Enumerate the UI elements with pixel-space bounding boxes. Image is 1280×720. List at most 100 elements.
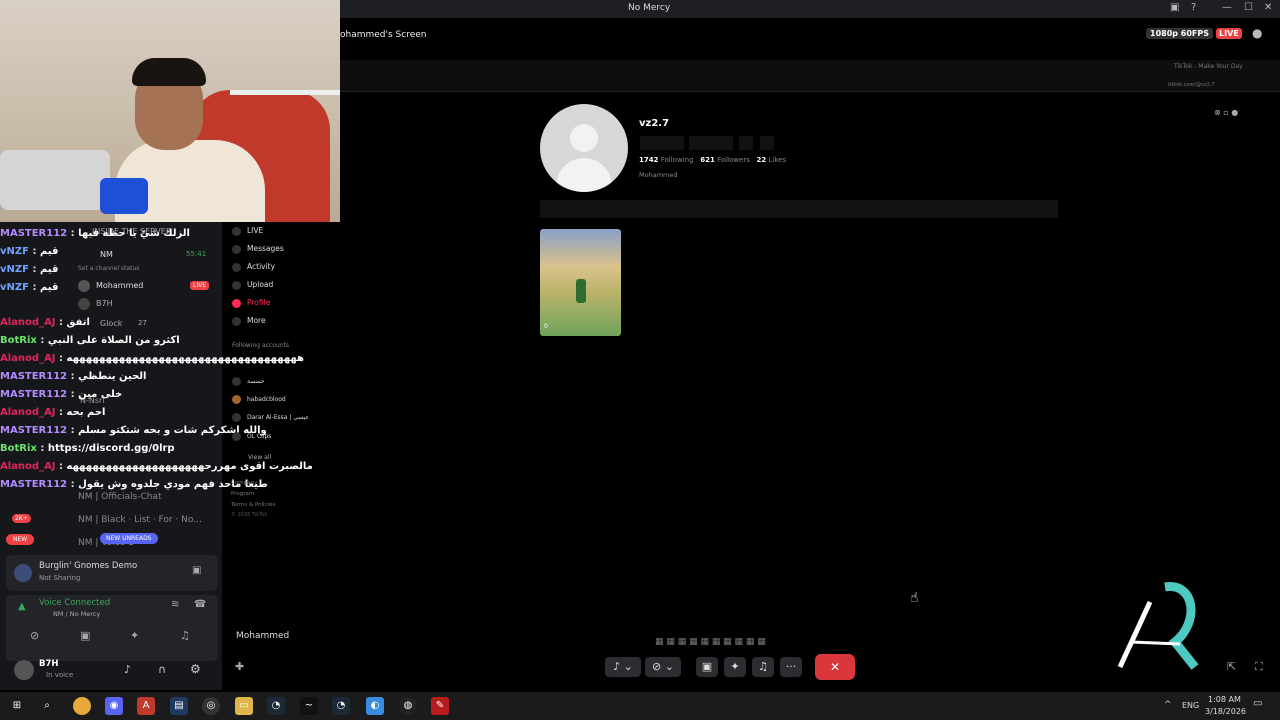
- camera-off-icon[interactable]: ⊘: [30, 629, 39, 642]
- activities-button[interactable]: ✦: [724, 657, 746, 677]
- profile-tabs[interactable]: [540, 200, 1058, 218]
- video-views: 0: [544, 323, 548, 330]
- screen-share-button[interactable]: ▣: [696, 657, 718, 677]
- chat-message: BotRix : https://discord.gg/0lrp: [0, 443, 175, 454]
- microphone-arm: [0, 150, 110, 210]
- more-options-button[interactable]: ···: [780, 657, 802, 677]
- activity-panel[interactable]: Burglin' Gnomes Demo Not Sharing ▣: [6, 555, 218, 591]
- help-icon[interactable]: ?: [1191, 2, 1196, 13]
- app-icon[interactable]: ◐: [366, 697, 384, 715]
- chrome-icon[interactable]: [73, 697, 91, 715]
- url-bar[interactable]: tiktok.com/@vz2.7: [1168, 82, 1215, 88]
- clock-time[interactable]: 1:08 AM: [1208, 695, 1241, 704]
- followed-account[interactable]: خسسة: [232, 377, 265, 386]
- obs-icon[interactable]: ◍: [399, 697, 417, 715]
- view-all-link[interactable]: View all: [248, 454, 271, 461]
- app-icon[interactable]: ▤: [170, 697, 188, 715]
- followed-account[interactable]: Darar Al-Essa | عيسى: [232, 413, 309, 422]
- soundboard-button[interactable]: ♫: [752, 657, 774, 677]
- share-button[interactable]: [760, 136, 774, 150]
- chat-text: قيم: [39, 282, 59, 293]
- chat-message: Alanod_AJ : اتفق: [0, 317, 90, 328]
- followed-account[interactable]: OL Clips: [232, 432, 271, 441]
- player-figure: [576, 279, 586, 303]
- steam-icon[interactable]: ◔: [267, 697, 285, 715]
- nav-live[interactable]: LIVE: [232, 226, 263, 236]
- footer-link[interactable]: Company: [231, 480, 257, 486]
- inbox-icon[interactable]: ▣: [1170, 2, 1179, 13]
- screen-share-icon[interactable]: ▣: [80, 629, 90, 642]
- start-icon[interactable]: ⊞: [8, 697, 26, 715]
- more-icon: [232, 316, 241, 326]
- avatar: [232, 413, 241, 422]
- nav-upload[interactable]: Upload: [232, 280, 273, 290]
- file-explorer-icon[interactable]: ▭: [235, 697, 253, 715]
- promote-button[interactable]: [689, 136, 733, 150]
- add-user-icon[interactable]: ✚: [235, 660, 244, 673]
- channel-item[interactable]: NM | Black · List · For · No...: [78, 515, 202, 525]
- share-screen-icon[interactable]: ▣: [192, 565, 201, 576]
- chat-user: Alanod_AJ: [0, 317, 56, 328]
- language-indicator[interactable]: ENG: [1182, 701, 1199, 710]
- footer-link[interactable]: Terms & Policies: [231, 502, 275, 508]
- app-icon[interactable]: ◎: [202, 697, 220, 715]
- profile-avatar[interactable]: [540, 104, 628, 192]
- voice-location[interactable]: NM / No Mercy: [53, 610, 100, 618]
- stop-stream-button[interactable]: ✕: [815, 654, 855, 680]
- camera-button[interactable]: ⊘ ⌄: [645, 657, 681, 677]
- video-thumbnail[interactable]: 0: [540, 229, 621, 336]
- app-icon[interactable]: ✎: [431, 697, 449, 715]
- nav-messages[interactable]: Messages: [232, 244, 284, 254]
- followed-account[interactable]: habadcblood: [232, 395, 286, 404]
- new-unreads-button[interactable]: NEW UNREADS: [100, 533, 158, 544]
- steam-icon[interactable]: ◔: [332, 697, 350, 715]
- settings-button[interactable]: [739, 136, 753, 150]
- tiktok-nav: LIVE Messages Activity Upload Profile Mo…: [222, 222, 340, 522]
- quality-badge: 1080p 60FPS: [1146, 28, 1213, 39]
- chat-user: MASTER112: [0, 228, 68, 239]
- window-title: No Mercy: [628, 3, 671, 13]
- nav-activity[interactable]: Activity: [232, 262, 275, 272]
- chat-user: BotRix: [0, 335, 37, 346]
- minimize-button[interactable]: —: [1222, 2, 1232, 13]
- edit-profile-button[interactable]: [640, 136, 684, 150]
- browser-tab[interactable]: TikTok - Make Your Day: [1174, 63, 1243, 70]
- controller: [100, 178, 148, 214]
- tray-chevron-icon[interactable]: ^: [1164, 700, 1172, 710]
- activity-game: Burglin' Gnomes Demo: [39, 561, 138, 571]
- chat-message: MASTER112 : الحين ينطظي: [0, 371, 147, 382]
- soundboard-icon[interactable]: ♫: [180, 629, 190, 642]
- signal-icon[interactable]: ▲: [18, 601, 26, 612]
- noise-suppression-icon[interactable]: ≋: [171, 599, 179, 610]
- discord-icon[interactable]: ◉: [105, 697, 123, 715]
- activities-icon[interactable]: ✦: [130, 629, 139, 642]
- chat-icon[interactable]: ●: [1252, 26, 1262, 40]
- popout-icon[interactable]: ⇱: [1227, 660, 1236, 673]
- app-icon[interactable]: A: [137, 697, 155, 715]
- disconnect-icon[interactable]: ☎: [194, 599, 206, 610]
- clock-date[interactable]: 3/18/2026: [1205, 707, 1246, 716]
- close-button[interactable]: ✕: [1264, 2, 1272, 13]
- footer-link[interactable]: Program: [231, 491, 254, 497]
- search-icon[interactable]: ⌕: [38, 697, 56, 715]
- new-badge[interactable]: NEW: [6, 534, 35, 545]
- chat-message: MASTER112 : خلى مين: [0, 389, 123, 400]
- cursor-icon: ☝: [910, 590, 919, 606]
- fullscreen-icon[interactable]: ⛶: [1255, 660, 1263, 674]
- chat-text: الحين ينطظي: [78, 371, 147, 382]
- tiktok-profile: vz2.7 1742 Following 621 Followers 22 Li…: [340, 92, 1280, 632]
- maximize-button[interactable]: ☐: [1244, 2, 1253, 13]
- mute-button[interactable]: ♪ ⌄: [605, 657, 641, 677]
- chat-message: MASTER112 : الزلك شيً يا حظه فيها: [0, 228, 190, 239]
- chat-user: MASTER112: [0, 425, 68, 436]
- notification-icon[interactable]: ▭: [1253, 698, 1262, 709]
- nav-profile[interactable]: Profile: [232, 298, 270, 308]
- page-tool-icon[interactable]: ⊗ ▫ ●: [1214, 108, 1238, 117]
- nav-more[interactable]: More: [232, 316, 266, 326]
- chat-text: خلى مين: [78, 389, 123, 400]
- chat-user: vNZF: [0, 282, 29, 293]
- chat-message: BotRix : اكثرو من الصلاة على النبي: [0, 335, 180, 346]
- chat-user: vNZF: [0, 246, 29, 257]
- avatar: [232, 377, 241, 386]
- app-icon[interactable]: ~: [300, 697, 318, 715]
